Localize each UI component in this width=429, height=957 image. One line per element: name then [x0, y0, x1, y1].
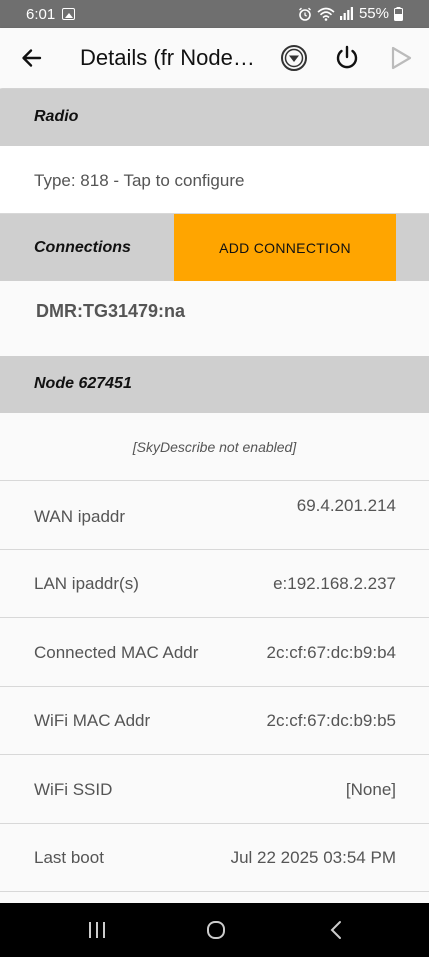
- info-row-wifi-mac: WiFi MAC Addr 2c:cf:67:dc:b9:b5: [0, 687, 429, 755]
- row-value: 69.4.201.214: [296, 496, 396, 515]
- system-nav-bar: [0, 903, 429, 957]
- sky-describe-row: [SkyDescribe not enabled]: [0, 413, 429, 481]
- row-key: WAN ipaddr: [34, 507, 126, 526]
- page-title: Details (fr Node…: [80, 45, 255, 70]
- status-time: 6:01: [26, 6, 56, 23]
- row-key: WiFi SSID: [34, 780, 113, 799]
- info-row-connected-mac: Connected MAC Addr 2c:cf:67:dc:b9:b4: [0, 618, 429, 687]
- radio-type-text: Type: 818 - Tap to configure: [34, 171, 245, 190]
- recent-apps-icon[interactable]: [86, 919, 108, 941]
- row-key: WiFi MAC Addr: [34, 711, 151, 730]
- radio-type-row[interactable]: Type: 818 - Tap to configure: [0, 146, 429, 214]
- power-icon[interactable]: [331, 42, 363, 74]
- home-icon[interactable]: [205, 919, 227, 941]
- row-key: Connected MAC Addr: [34, 643, 199, 662]
- wifi-icon: [317, 7, 335, 21]
- row-value: Jul 22 2025 03:54 PM: [230, 848, 396, 867]
- info-row-wifi-ssid: WiFi SSID [None]: [0, 755, 429, 824]
- row-key: LAN ipaddr(s): [34, 574, 139, 593]
- info-row-wan: WAN ipaddr 69.4.201.214: [0, 481, 429, 550]
- row-value: 2c:cf:67:dc:b9:b5: [266, 711, 396, 730]
- battery-icon: [394, 6, 403, 21]
- status-bar: 6:01 55%: [0, 0, 429, 28]
- connection-label: DMR:TG31479:na: [36, 301, 186, 321]
- info-row-lan: LAN ipaddr(s) e:192.168.2.237: [0, 550, 429, 618]
- info-row-last-boot: Last boot Jul 22 2025 03:54 PM: [0, 824, 429, 892]
- alarm-icon: [299, 7, 311, 21]
- signal-icon: [339, 7, 353, 20]
- radio-section-header: Radio: [0, 89, 429, 146]
- app-bar: Details (fr Node…: [0, 28, 429, 88]
- add-connection-button[interactable]: ADD CONNECTION: [174, 214, 396, 281]
- status-icons: 55%: [298, 5, 403, 22]
- back-arrow-icon[interactable]: [18, 44, 46, 72]
- radio-header-label: Radio: [34, 108, 79, 125]
- row-value: e:192.168.2.237: [273, 574, 396, 593]
- nav-back-icon[interactable]: [326, 919, 348, 941]
- connection-item[interactable]: DMR:TG31479:na: [0, 281, 429, 356]
- row-value: [None]: [345, 780, 396, 799]
- gallery-icon: [62, 8, 75, 20]
- favorite-badge-icon[interactable]: [278, 42, 310, 74]
- node-header-label: Node 627451: [34, 375, 132, 392]
- sky-describe-text: [SkyDescribe not enabled]: [132, 439, 297, 455]
- row-key: Last boot: [34, 848, 104, 867]
- connections-header-label: Connections: [34, 239, 131, 256]
- play-icon[interactable]: [385, 42, 417, 74]
- row-value: 2c:cf:67:dc:b9:b4: [266, 643, 396, 662]
- node-section-header: Node 627451: [0, 356, 429, 413]
- battery-percent: 55%: [358, 5, 389, 22]
